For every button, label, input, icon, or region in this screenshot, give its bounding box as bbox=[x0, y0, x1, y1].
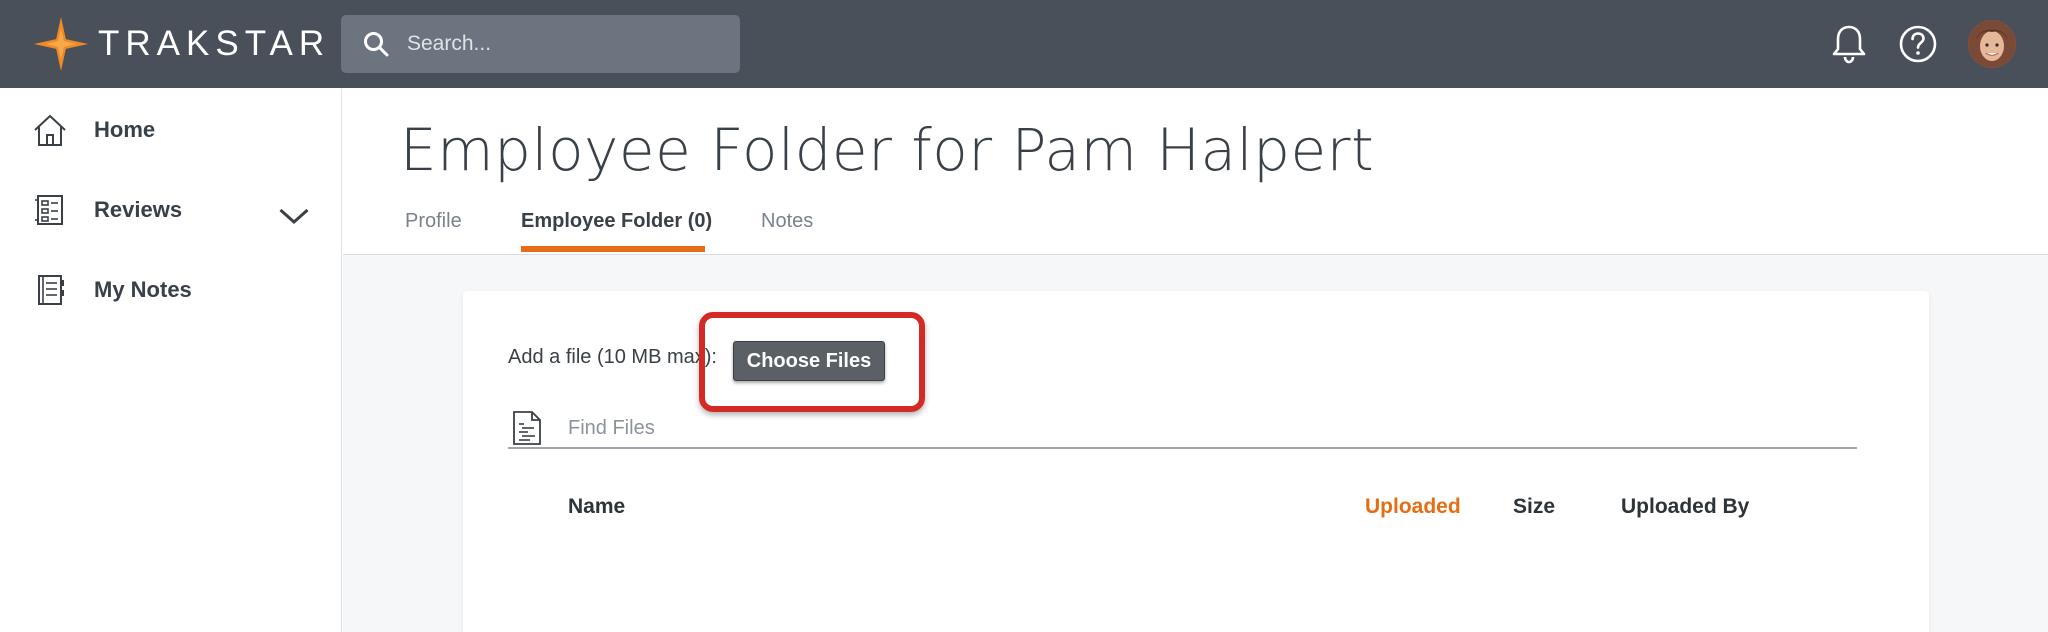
search-input[interactable] bbox=[407, 32, 707, 56]
add-file-label: Add a file (10 MB max): bbox=[508, 346, 717, 368]
page-header: Employee Folder for Pam Halpert Profile … bbox=[343, 88, 2048, 255]
search-bar[interactable] bbox=[341, 15, 740, 73]
sidebar-item-my-notes[interactable]: My Notes bbox=[32, 268, 312, 312]
home-icon bbox=[34, 114, 66, 146]
choose-files-button[interactable]: Choose Files bbox=[733, 341, 885, 381]
sidebar: Home Reviews My Notes bbox=[0, 88, 342, 632]
active-tab-indicator bbox=[521, 246, 705, 252]
sidebar-item-home[interactable]: Home bbox=[32, 108, 312, 152]
find-files-input[interactable] bbox=[568, 416, 1768, 440]
sidebar-item-label: My Notes bbox=[94, 277, 192, 302]
column-header-size[interactable]: Size bbox=[1513, 495, 1555, 519]
column-header-uploaded[interactable]: Uploaded bbox=[1365, 495, 1461, 519]
tab-notes[interactable]: Notes bbox=[761, 210, 813, 233]
reviews-icon bbox=[35, 195, 63, 225]
tab-employee-folder[interactable]: Employee Folder (0) bbox=[521, 210, 712, 233]
trakstar-star-icon bbox=[33, 16, 89, 72]
brand-name: TRAKSTAR bbox=[98, 24, 331, 63]
main-content: Employee Folder for Pam Halpert Profile … bbox=[343, 88, 2048, 632]
document-icon bbox=[513, 411, 541, 445]
folder-card: Add a file (10 MB max): Choose Files Nam… bbox=[463, 291, 1929, 632]
page-title: Employee Folder for Pam Halpert bbox=[400, 116, 1375, 184]
notes-icon bbox=[38, 275, 64, 305]
sidebar-item-label: Home bbox=[94, 117, 156, 142]
help-icon[interactable] bbox=[1897, 23, 1939, 65]
chevron-down-icon[interactable] bbox=[276, 198, 312, 234]
avatar[interactable] bbox=[1968, 20, 2016, 68]
top-bar: TRAKSTAR bbox=[0, 0, 2048, 88]
column-header-uploaded-by[interactable]: Uploaded By bbox=[1621, 495, 1749, 519]
column-header-name[interactable]: Name bbox=[568, 495, 625, 519]
find-files-field[interactable] bbox=[508, 409, 1857, 449]
user-photo bbox=[1968, 20, 2016, 68]
bell-icon[interactable] bbox=[1828, 23, 1870, 65]
tab-profile[interactable]: Profile bbox=[405, 210, 462, 233]
search-icon bbox=[364, 32, 389, 57]
sidebar-item-label: Reviews bbox=[94, 197, 183, 222]
sidebar-item-reviews[interactable]: Reviews bbox=[32, 188, 312, 232]
logo[interactable]: TRAKSTAR bbox=[32, 14, 330, 74]
